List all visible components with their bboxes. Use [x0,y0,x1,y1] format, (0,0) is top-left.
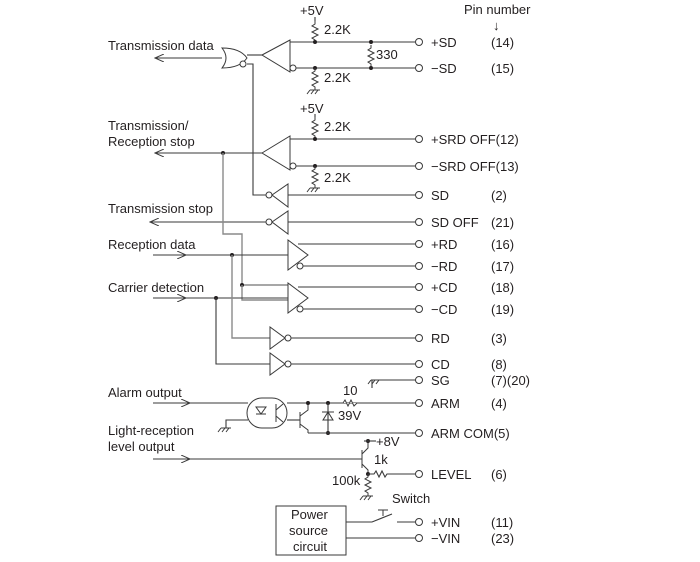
pin-number: (4) [491,396,507,411]
label-light-level-1: Light-reception [108,423,194,438]
differential-receiver-icon [261,135,291,171]
pin-signal-label: +SRD OFF(12) [431,132,519,147]
label-reception-data: Reception data [108,237,196,252]
vcc-label-3: +8V [376,434,400,449]
switch-icon[interactable] [346,513,415,523]
resistor-level-pulldown: 100k [332,473,361,488]
pin-number: (18) [491,280,514,295]
pin-number: (2) [491,188,507,203]
pin-number: (11) [491,515,513,530]
terminal-pin[interactable] [415,360,423,368]
pin-signal-label: −CD [431,302,457,317]
switch-label: Switch [392,491,430,506]
pin-signal-label: CD [431,357,450,372]
pin-number: (19) [491,302,514,317]
terminal-pin[interactable] [415,283,423,291]
terminal-pin[interactable] [415,38,423,46]
pin-number: (23) [491,531,514,546]
pin-number: (7)(20) [491,373,530,388]
pin-signal-label: ARM COM(5) [431,426,510,441]
vcc-label-2: +5V [300,101,324,116]
photocoupler-icon [246,397,288,429]
pin-number-label: Pin number [464,2,531,17]
terminal-pin[interactable] [415,399,423,407]
resistor-pulldown-1: 2.2K [324,70,351,85]
pin-signal-label: LEVEL [431,467,471,482]
interface-circuit-diagram: Pin number ↓ Transmission data +5V 2.2K … [0,0,700,562]
terminal-pin[interactable] [415,305,423,313]
terminal-pin[interactable] [415,518,423,526]
vcc-label-1: +5V [300,3,324,18]
pin-signal-label: SD OFF [431,215,479,230]
label-alarm-output: Alarm output [108,385,182,400]
resistor-termination: 330 [376,47,398,62]
label-transmission-data: Transmission data [108,38,214,53]
pin-signal-label: −SD [431,61,457,76]
terminal-pin[interactable] [415,534,423,542]
pin-signal-label: −SRD OFF(13) [431,159,519,174]
power-label-2: source [289,523,328,538]
pin-signal-label: +CD [431,280,457,295]
circuit-svg: Pin number ↓ Transmission data +5V 2.2K … [108,2,531,556]
resistor-pulldown-2: 2.2K [324,170,351,185]
inverter-icon [269,326,286,350]
zener-voltage: 39V [338,408,361,423]
terminal-pin[interactable] [415,162,423,170]
terminal-pin[interactable] [415,334,423,342]
transistor-icon [361,441,369,474]
pin-number: (15) [491,61,514,76]
pin-signal-label: SD [431,188,449,203]
terminal-pin[interactable] [415,376,423,384]
driver-icon [271,210,289,235]
label-carrier-detection: Carrier detection [108,280,204,295]
pin-number: (14) [491,35,514,50]
terminal-pin[interactable] [415,218,423,226]
pin-number-arrow: ↓ [493,18,500,33]
driver-icon [271,183,289,208]
differential-receiver-icon [260,39,291,73]
pin-number: (8) [491,357,507,372]
power-label-3: circuit [293,539,327,554]
pin-signal-label: +SD [431,35,457,50]
terminal-pin[interactable] [415,191,423,199]
terminal-pin[interactable] [415,64,423,72]
terminal-pin[interactable] [415,240,423,248]
resistor-pullup-1: 2.2K [324,22,351,37]
label-tx-rx-stop-2: Reception stop [108,134,195,149]
terminal-pin[interactable] [415,429,423,437]
resistor-level: 1k [374,452,388,467]
pin-signal-label: −RD [431,259,457,274]
pin-signal-label: −VIN [431,531,460,546]
label-light-level-2: level output [108,439,175,454]
terminal-pin[interactable] [415,135,423,143]
pin-signal-label: SG [431,373,450,388]
pin-number: (3) [491,331,507,346]
pin-number: (21) [491,215,514,230]
inverter-bubble-icon [239,60,247,68]
pin-number: (17) [491,259,514,274]
pin-signal-label: RD [431,331,450,346]
inverter-icon [269,352,286,376]
power-label-1: Power [291,507,329,522]
resistor-pullup-2: 2.2K [324,119,351,134]
pin-signal-label: ARM [431,396,460,411]
pin-signal-label: +VIN [431,515,460,530]
label-transmission-stop: Transmission stop [108,201,213,216]
resistor-alarm: 10 [343,383,357,398]
terminal-pin[interactable] [415,262,423,270]
pin-signal-label: +RD [431,237,457,252]
terminal-pin[interactable] [415,470,423,478]
pin-number: (6) [491,467,507,482]
pin-number: (16) [491,237,514,252]
label-tx-rx-stop-1: Transmission/ [108,118,189,133]
